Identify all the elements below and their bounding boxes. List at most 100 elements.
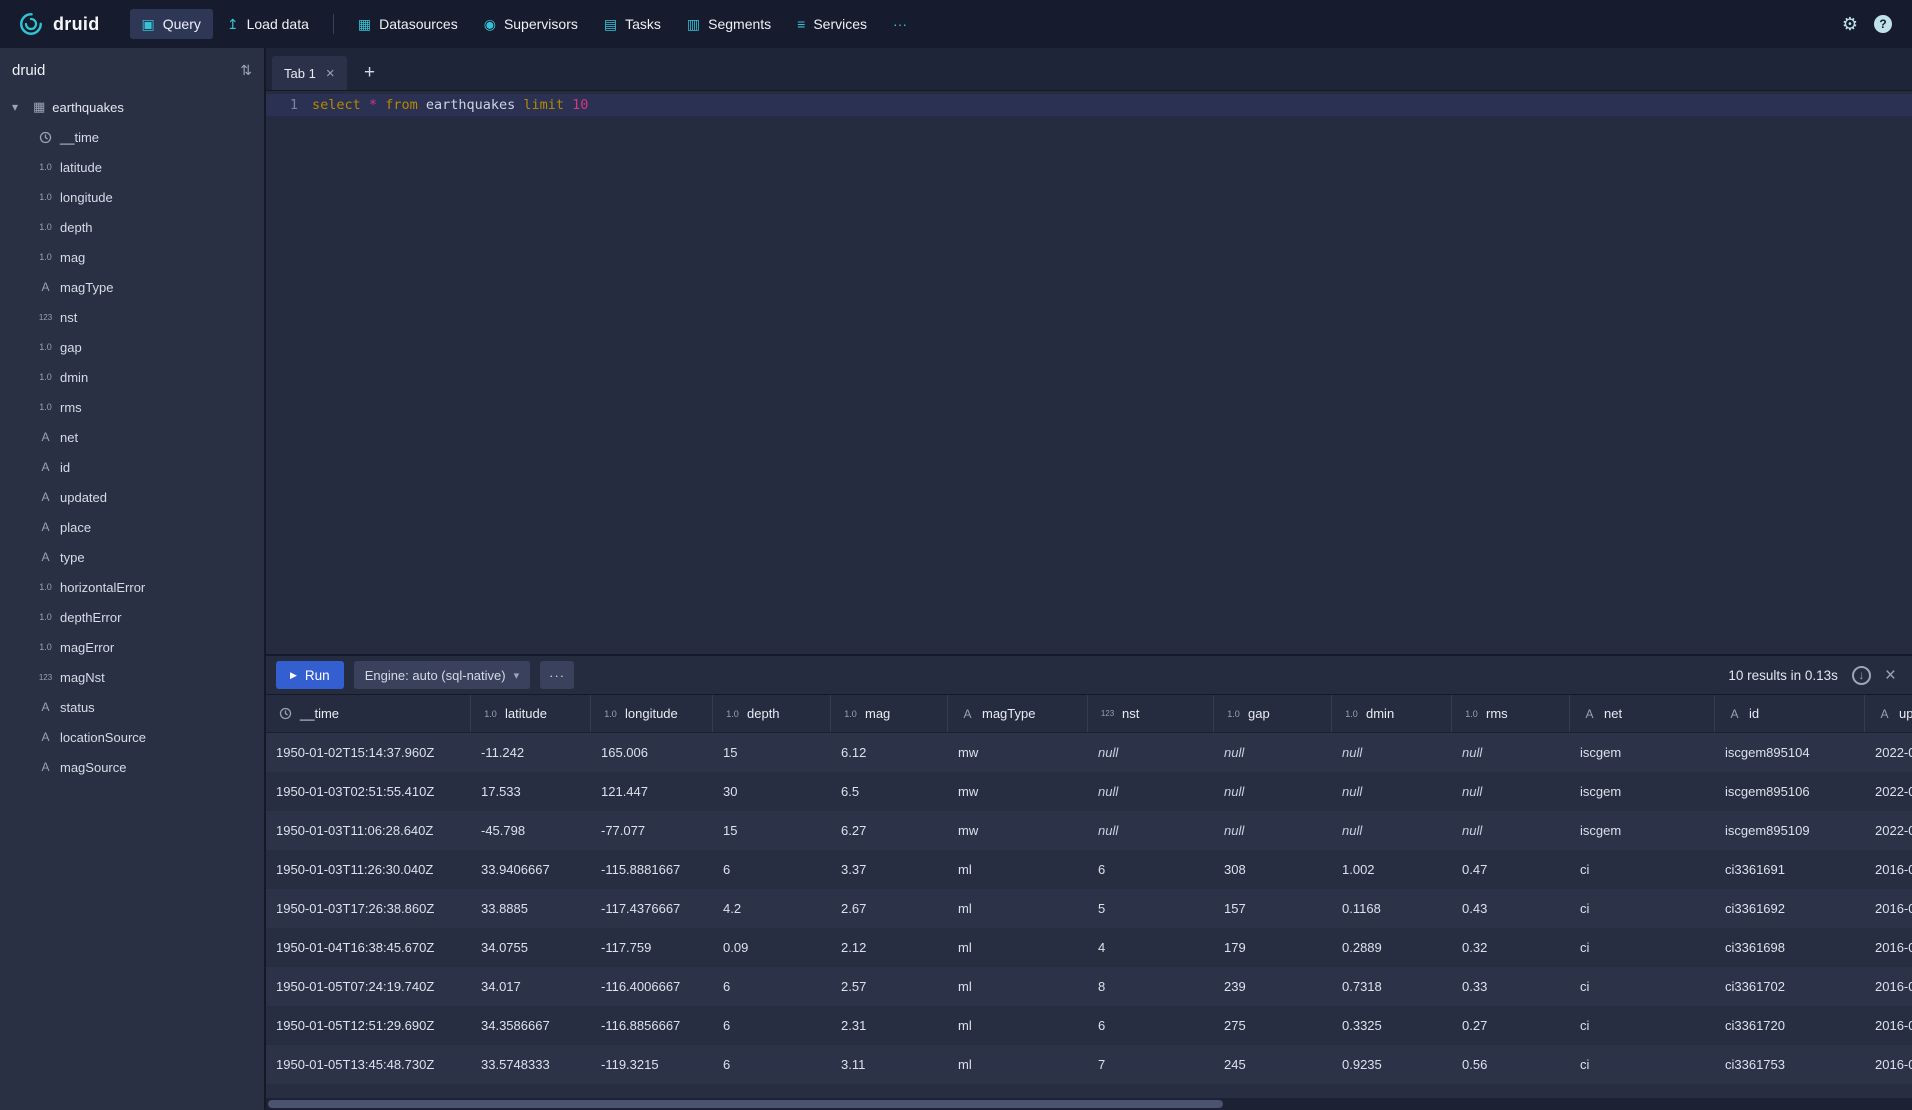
field-row-net[interactable]: Anet (0, 422, 264, 452)
table-cell[interactable]: iscgem895106 (1715, 772, 1865, 811)
table-cell[interactable]: 6 (713, 1045, 831, 1084)
table-cell[interactable]: ml (948, 889, 1088, 928)
table-cell[interactable]: null (1088, 772, 1214, 811)
table-cell[interactable]: mw (948, 811, 1088, 850)
column-header-longitude[interactable]: 1.0longitude (591, 695, 713, 732)
table-cell[interactable]: 1.002 (1332, 850, 1452, 889)
horizontal-scrollbar[interactable] (266, 1098, 1912, 1110)
column-header-latitude[interactable]: 1.0latitude (471, 695, 591, 732)
table-cell[interactable]: ci3361702 (1715, 967, 1865, 1006)
table-cell[interactable]: 2.31 (831, 1006, 948, 1045)
table-cell[interactable]: 6.27 (831, 811, 948, 850)
table-cell[interactable]: 2022-0 (1865, 733, 1912, 772)
nav-item-tasks[interactable]: ▤Tasks (592, 9, 673, 39)
table-cell[interactable]: -117.4376667 (591, 889, 713, 928)
column-header-id[interactable]: Aid (1715, 695, 1865, 732)
table-cell[interactable]: 0.56 (1452, 1045, 1570, 1084)
field-row-depthError[interactable]: 1.0depthError (0, 602, 264, 632)
field-row-status[interactable]: Astatus (0, 692, 264, 722)
table-cell[interactable]: mw (948, 733, 1088, 772)
nav-item-more[interactable]: ··· (881, 9, 919, 39)
close-results-icon[interactable]: × (1885, 666, 1896, 685)
table-cell[interactable]: 34.017 (471, 967, 591, 1006)
table-cell[interactable]: 0.9235 (1332, 1045, 1452, 1084)
table-cell[interactable]: 2016-0 (1865, 1045, 1912, 1084)
add-tab-button[interactable]: + (355, 56, 385, 90)
table-cell[interactable]: 7 (1088, 1045, 1214, 1084)
table-cell[interactable]: 17.533 (471, 772, 591, 811)
column-header-nst[interactable]: 123nst (1088, 695, 1214, 732)
table-cell[interactable]: -45.798 (471, 811, 591, 850)
table-cell[interactable]: ci3361753 (1715, 1045, 1865, 1084)
sort-icon[interactable]: ⇅ (240, 62, 252, 79)
table-cell[interactable]: 1950-01-03T11:06:28.640Z (266, 811, 471, 850)
table-cell[interactable]: 0.27 (1452, 1006, 1570, 1045)
field-row-magType[interactable]: AmagType (0, 272, 264, 302)
table-cell[interactable]: 4 (1088, 928, 1214, 967)
table-cell[interactable]: null (1088, 733, 1214, 772)
table-cell[interactable]: 15 (713, 733, 831, 772)
nav-item-datasources[interactable]: ▦Datasources (346, 9, 470, 39)
table-cell[interactable]: 15 (713, 811, 831, 850)
nav-item-load-data[interactable]: ↥Load data (215, 9, 321, 39)
table-cell[interactable]: mw (948, 772, 1088, 811)
table-cell[interactable]: -11.242 (471, 733, 591, 772)
table-cell[interactable]: 2.12 (831, 928, 948, 967)
table-cell[interactable]: null (1214, 772, 1332, 811)
table-cell[interactable]: 4.2 (713, 889, 831, 928)
table-cell[interactable]: 33.8885 (471, 889, 591, 928)
table-cell[interactable]: 6 (1088, 1006, 1214, 1045)
sql-editor[interactable]: 1 select * from earthquakes limit 10 (266, 90, 1912, 654)
column-header-gap[interactable]: 1.0gap (1214, 695, 1332, 732)
table-cell[interactable]: 8 (1088, 967, 1214, 1006)
table-cell[interactable]: 1950-01-03T02:51:55.410Z (266, 772, 471, 811)
table-cell[interactable]: 2016-0 (1865, 967, 1912, 1006)
table-cell[interactable]: 1950-01-02T15:14:37.960Z (266, 733, 471, 772)
table-cell[interactable]: 2022-0 (1865, 811, 1912, 850)
column-header-dmin[interactable]: 1.0dmin (1332, 695, 1452, 732)
table-cell[interactable]: 0.32 (1452, 928, 1570, 967)
table-cell[interactable]: iscgem (1570, 811, 1715, 850)
table-cell[interactable]: 275 (1214, 1006, 1332, 1045)
table-cell[interactable]: 1950-01-03T11:26:30.040Z (266, 850, 471, 889)
table-cell[interactable]: 2022-0 (1865, 772, 1912, 811)
field-row-latitude[interactable]: 1.0latitude (0, 152, 264, 182)
table-cell[interactable]: -77.077 (591, 811, 713, 850)
table-cell[interactable]: ml (948, 967, 1088, 1006)
help-icon[interactable]: ? (1874, 15, 1892, 33)
table-cell[interactable]: ml (948, 850, 1088, 889)
field-row-gap[interactable]: 1.0gap (0, 332, 264, 362)
field-row-mag[interactable]: 1.0mag (0, 242, 264, 272)
table-cell[interactable]: 6.12 (831, 733, 948, 772)
table-cell[interactable]: 245 (1214, 1045, 1332, 1084)
run-button[interactable]: ▶ Run (276, 661, 344, 689)
table-cell[interactable]: 33.9406667 (471, 850, 591, 889)
table-cell[interactable]: null (1214, 811, 1332, 850)
engine-select-button[interactable]: Engine: auto (sql-native) ▾ (354, 661, 530, 689)
column-header-mag[interactable]: 1.0mag (831, 695, 948, 732)
table-cell[interactable]: 1950-01-05T13:45:48.730Z (266, 1045, 471, 1084)
table-cell[interactable]: null (1332, 811, 1452, 850)
brand[interactable]: druid (18, 11, 100, 37)
table-cell[interactable]: ci (1570, 889, 1715, 928)
table-cell[interactable]: ci (1570, 928, 1715, 967)
table-cell[interactable]: ci (1570, 850, 1715, 889)
column-header-depth[interactable]: 1.0depth (713, 695, 831, 732)
table-cell[interactable]: null (1452, 811, 1570, 850)
field-row-id[interactable]: Aid (0, 452, 264, 482)
table-cell[interactable]: -116.4006667 (591, 967, 713, 1006)
table-cell[interactable]: ci3361720 (1715, 1006, 1865, 1045)
table-cell[interactable]: null (1214, 733, 1332, 772)
table-cell[interactable]: null (1452, 733, 1570, 772)
table-cell[interactable]: 308 (1214, 850, 1332, 889)
table-cell[interactable]: -119.3215 (591, 1045, 713, 1084)
table-cell[interactable]: 1950-01-05T12:51:29.690Z (266, 1006, 471, 1045)
table-cell[interactable]: null (1332, 733, 1452, 772)
column-header-net[interactable]: Anet (1570, 695, 1715, 732)
table-cell[interactable]: 0.3325 (1332, 1006, 1452, 1045)
nav-item-segments[interactable]: ▥Segments (675, 9, 783, 39)
table-cell[interactable]: ml (948, 928, 1088, 967)
table-cell[interactable]: 2.57 (831, 967, 948, 1006)
table-cell[interactable]: 1950-01-04T16:38:45.670Z (266, 928, 471, 967)
table-cell[interactable]: 3.37 (831, 850, 948, 889)
